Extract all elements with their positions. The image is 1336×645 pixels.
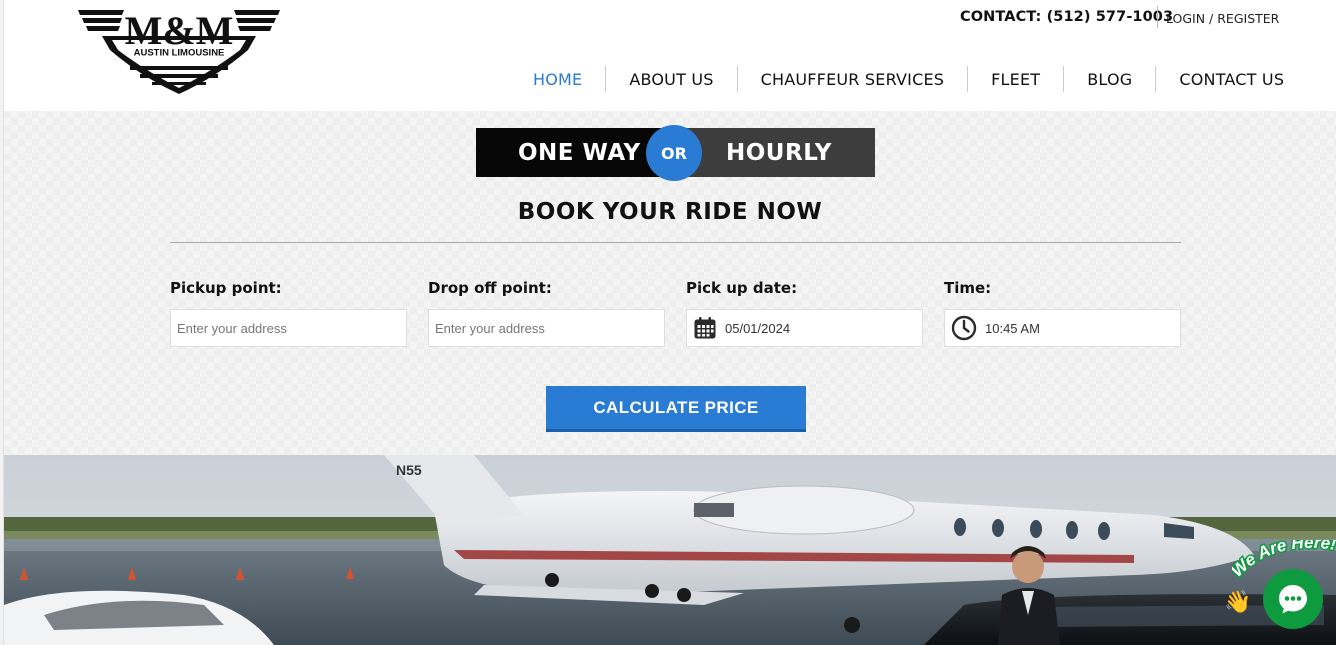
pickup-date-input[interactable]: 05/01/2024 bbox=[686, 309, 923, 347]
time-field: Time: 10:45 AM bbox=[944, 279, 1181, 347]
time-value: 10:45 AM bbox=[985, 320, 1040, 336]
logo-subtitle: AUSTIN LIMOUSINE bbox=[134, 48, 225, 59]
dropoff-input[interactable]: Enter your address bbox=[428, 309, 665, 347]
tail-number: N55 bbox=[396, 462, 422, 478]
site-header: M&M AUSTIN LIMOUSINE CONTACT: (512) 577-… bbox=[4, 0, 1336, 111]
nav-fleet[interactable]: FLEET bbox=[968, 70, 1063, 89]
contact-phone[interactable]: CONTACT: (512) 577-1003 bbox=[960, 9, 1173, 25]
trip-type-toggle: ONE WAY HOURLY OR bbox=[476, 125, 875, 181]
nav-contact-us[interactable]: CONTACT US bbox=[1156, 70, 1307, 89]
logo[interactable]: M&M AUSTIN LIMOUSINE bbox=[78, 6, 280, 98]
dropoff-placeholder: Enter your address bbox=[435, 320, 545, 336]
pickup-date-field: Pick up date: 05/01/2024 bbox=[686, 279, 923, 347]
time-label: Time: bbox=[944, 279, 992, 297]
pickup-label: Pickup point: bbox=[170, 279, 282, 297]
chat-icon bbox=[1279, 585, 1307, 614]
pickup-date-value: 05/01/2024 bbox=[725, 320, 791, 336]
dropoff-label: Drop off point: bbox=[428, 279, 552, 297]
divider bbox=[170, 242, 1181, 243]
time-input[interactable]: 10:45 AM bbox=[944, 309, 1181, 347]
nav-home[interactable]: HOME bbox=[510, 70, 605, 89]
login-register-link[interactable]: LOGIN / REGISTER bbox=[1166, 11, 1279, 26]
hourly-tab[interactable]: HOURLY bbox=[676, 128, 875, 177]
nav-chauffeur-services[interactable]: CHAUFFEUR SERVICES bbox=[738, 70, 968, 89]
pickup-input[interactable]: Enter your address bbox=[170, 309, 407, 347]
nav-about-us[interactable]: ABOUT US bbox=[606, 70, 736, 89]
chat-button[interactable] bbox=[1263, 569, 1323, 629]
pickup-placeholder: Enter your address bbox=[177, 320, 287, 336]
or-badge: OR bbox=[646, 125, 702, 181]
pickup-date-label: Pick up date: bbox=[686, 279, 798, 297]
nav-blog[interactable]: BLOG bbox=[1064, 70, 1155, 89]
hero-photo: N55 bbox=[4, 455, 1336, 645]
divider bbox=[1157, 6, 1158, 28]
main-nav: HOME ABOUT US CHAUFFEUR SERVICES FLEET B… bbox=[510, 66, 1307, 92]
wave-hand-icon: 👋 bbox=[1224, 590, 1252, 615]
calculate-price-button[interactable]: CALCULATE PRICE bbox=[546, 386, 806, 432]
calendar-icon[interactable] bbox=[693, 316, 717, 340]
pickup-field: Pickup point: Enter your address bbox=[170, 279, 407, 347]
booking-title: BOOK YOUR RIDE NOW bbox=[517, 199, 823, 225]
hero-image: N55 bbox=[4, 455, 1336, 645]
booking-section: ONE WAY HOURLY OR BOOK YOUR RIDE NOW Pic… bbox=[4, 111, 1336, 455]
dropoff-field: Drop off point: Enter your address bbox=[428, 279, 665, 347]
clock-icon[interactable] bbox=[951, 315, 977, 341]
